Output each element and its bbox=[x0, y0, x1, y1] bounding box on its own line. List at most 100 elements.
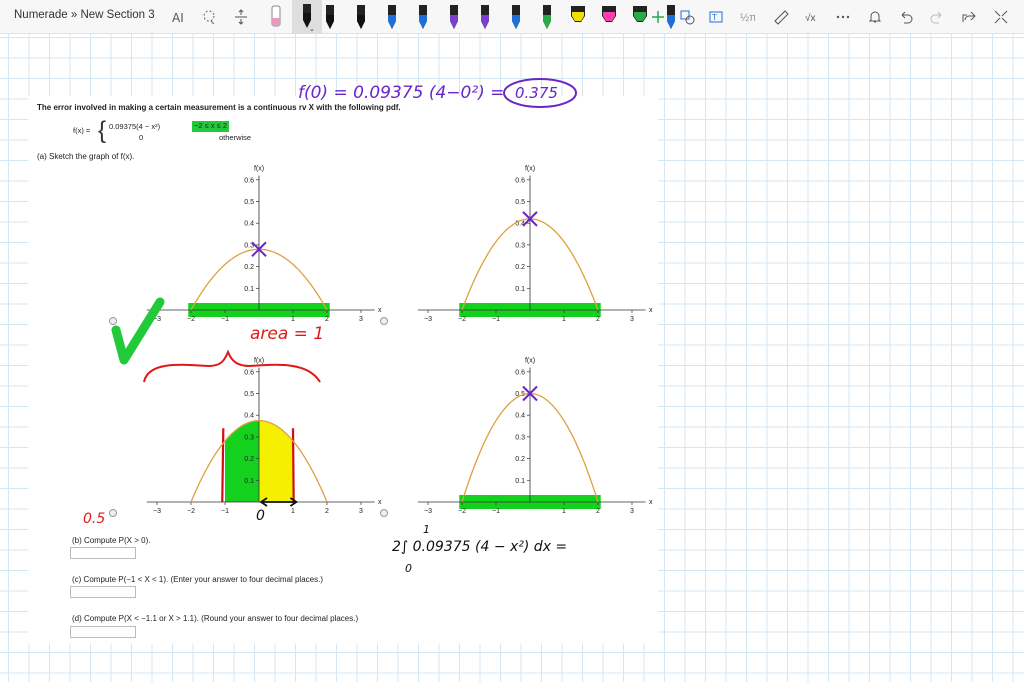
toolbar: Numerade » New Section 3 AI ⌄ T ½π √x bbox=[0, 0, 1024, 34]
pen-swatch-1[interactable] bbox=[318, 0, 342, 34]
notifications-icon[interactable] bbox=[866, 0, 884, 34]
more-options-icon[interactable] bbox=[834, 0, 852, 34]
svg-text:½π: ½π bbox=[740, 12, 755, 24]
share-icon[interactable] bbox=[960, 0, 978, 34]
graph-3-yellow-area bbox=[259, 420, 293, 502]
pen-swatch-11[interactable] bbox=[628, 0, 652, 34]
answer-b-input[interactable] bbox=[70, 547, 136, 559]
math-icon[interactable]: √x bbox=[803, 0, 821, 34]
graph-option-3-radio[interactable] bbox=[109, 509, 117, 517]
graph-2-x-tick-label-1: −3 bbox=[424, 316, 432, 323]
graph-3-x-tick-label-6: 3 bbox=[359, 508, 363, 515]
ink-to-text-icon[interactable]: T bbox=[707, 0, 725, 34]
svg-text:AI: AI bbox=[172, 11, 184, 25]
graph-2-y-tick-label-6: 0.1 bbox=[515, 286, 525, 293]
graph-4-y-tick-label-6: 0.1 bbox=[515, 478, 525, 485]
pen-swatch-6[interactable] bbox=[473, 0, 497, 34]
graph-3-y-tick-label-5: 0.2 bbox=[244, 456, 254, 463]
graph-option-2-radio[interactable] bbox=[380, 317, 388, 325]
graph-3-ink-left-bound bbox=[221, 428, 225, 503]
answer-d-input[interactable] bbox=[70, 626, 136, 638]
part-b-label: (b) Compute P(X > 0). bbox=[72, 536, 151, 545]
graph-1-x-axis-label: x bbox=[378, 307, 382, 314]
onenote-window: Numerade » New Section 3 AI ⌄ T ½π √x Th… bbox=[0, 0, 1024, 682]
svg-text:√x: √x bbox=[805, 12, 816, 24]
svg-text:T: T bbox=[712, 13, 717, 22]
graph-4-y-tick-label-1: 0.6 bbox=[515, 369, 525, 376]
ink-answer-b: 0.5 bbox=[83, 511, 106, 527]
graph-3-y-tick-label-6: 0.1 bbox=[244, 478, 254, 485]
type-text-icon[interactable]: AI bbox=[170, 0, 188, 34]
ink-brace bbox=[143, 349, 321, 383]
graph-4-x-tick-label-4: 1 bbox=[562, 508, 566, 515]
ink-f0-answer: 0.375 bbox=[515, 84, 558, 102]
redo-icon[interactable] bbox=[928, 0, 946, 34]
graph-3-x-tick-label-3: −1 bbox=[221, 508, 229, 515]
ink-area-note: area = 1 bbox=[250, 324, 325, 344]
ruler-icon[interactable] bbox=[772, 0, 790, 34]
pdf-graphs: f(x) x 0.6 0.5 0.4 0.3 0.2 0.1 −3 −2 −1 1 2 3 f(x) x 0.6… bbox=[146, 165, 653, 524]
graph-1-y-tick-label-2: 0.5 bbox=[244, 199, 254, 206]
graph-2-x-tick-label-2: −2 bbox=[458, 316, 466, 323]
graph-3-y-tick-label-3: 0.4 bbox=[244, 413, 254, 420]
graph-1-x-tick-label-5: 2 bbox=[325, 316, 329, 323]
graph-3-x-axis-label: x bbox=[378, 499, 382, 506]
graph-1-x-tick-label-3: −1 bbox=[221, 316, 229, 323]
graph-1-y-tick-label-3: 0.4 bbox=[244, 221, 254, 228]
ink-f0-equation: f(0) = 0.09375 (4−0²) = bbox=[298, 83, 505, 103]
pen-swatch-4[interactable] bbox=[411, 0, 435, 34]
graph-2-y-tick-label-4: 0.3 bbox=[515, 242, 525, 249]
ink-to-math-icon[interactable]: ½π bbox=[738, 0, 756, 34]
graph-1-y-tick-label-5: 0.2 bbox=[244, 264, 254, 271]
graph-4-x-tick-label-6: 3 bbox=[630, 508, 634, 515]
graph-3-ink-right-bound bbox=[291, 428, 295, 503]
graph-2-x-tick-label-3: −1 bbox=[492, 316, 500, 323]
graph-2-y-tick-label-5: 0.2 bbox=[515, 264, 525, 271]
graph-1-x-tick-label-6: 3 bbox=[359, 316, 363, 323]
graph-4-x-tick-label-1: −3 bbox=[424, 508, 432, 515]
pen-swatch-8[interactable] bbox=[535, 0, 559, 34]
add-space-icon[interactable] bbox=[232, 0, 250, 34]
graph-3-y-tick-label-4: 0.3 bbox=[244, 434, 254, 441]
breadcrumb[interactable]: Numerade » New Section 3 bbox=[14, 9, 155, 21]
eraser-icon[interactable] bbox=[262, 0, 290, 34]
lasso-select-icon[interactable] bbox=[200, 0, 218, 34]
graph-2-x-tick-label-5: 2 bbox=[596, 316, 600, 323]
graph-4-x-tick-label-5: 2 bbox=[596, 508, 600, 515]
graph-4-y-tick-label-5: 0.2 bbox=[515, 456, 525, 463]
graph-2-x-tick-label-4: 1 bbox=[562, 316, 566, 323]
graph-option-4-radio[interactable] bbox=[380, 509, 388, 517]
pen-swatch-3[interactable] bbox=[380, 0, 404, 34]
pen-swatch-9[interactable] bbox=[566, 0, 590, 34]
graph-3-x-tick-label-1: −3 bbox=[153, 508, 161, 515]
graph-2-y-tick-label-1: 0.6 bbox=[515, 177, 525, 184]
ink-integral-upper: 1 bbox=[423, 523, 430, 536]
graph-2-y-tick-label-2: 0.5 bbox=[515, 199, 525, 206]
graph-4-x-tick-label-3: −1 bbox=[492, 508, 500, 515]
graph-1-y-axis-label: f(x) bbox=[254, 165, 264, 172]
undo-icon[interactable] bbox=[897, 0, 915, 34]
pen-swatch-10[interactable] bbox=[597, 0, 621, 34]
graph-4-y-tick-label-3: 0.4 bbox=[515, 413, 525, 420]
graph-2-y-axis-label: f(x) bbox=[525, 165, 535, 172]
graph-3-x-tick-label-5: 2 bbox=[325, 508, 329, 515]
ink-integral-lower: 0 bbox=[405, 562, 412, 575]
note-canvas[interactable]: The error involved in making a certain m… bbox=[0, 34, 1024, 682]
pen-swatch-5[interactable] bbox=[442, 0, 466, 34]
ink-integral-expression: 2∫ 0.09375 (4 − x²) dx = bbox=[392, 539, 568, 555]
graph-1-x-tick-label-4: 1 bbox=[291, 316, 295, 323]
graph-3-x-tick-label-2: −2 bbox=[187, 508, 195, 515]
graph-4-x-tick-label-2: −2 bbox=[458, 508, 466, 515]
pen-swatch-12[interactable] bbox=[659, 0, 683, 34]
fullscreen-icon[interactable] bbox=[992, 0, 1010, 34]
pen-swatch-2[interactable] bbox=[349, 0, 373, 34]
graph-4-y-axis-label: f(x) bbox=[525, 357, 535, 364]
pen-swatch-7[interactable] bbox=[504, 0, 528, 34]
graph-4-y-tick-label-4: 0.3 bbox=[515, 434, 525, 441]
answer-c-input[interactable] bbox=[70, 586, 136, 598]
graph-3-ink-zero: 0 bbox=[256, 508, 265, 524]
graph-2-x-tick-label-6: 3 bbox=[630, 316, 634, 323]
part-c-label: (c) Compute P(−1 < X < 1). (Enter your a… bbox=[72, 575, 323, 584]
problem-page: The error involved in making a certain m… bbox=[28, 96, 658, 644]
svg-text:⌄: ⌄ bbox=[309, 26, 315, 32]
